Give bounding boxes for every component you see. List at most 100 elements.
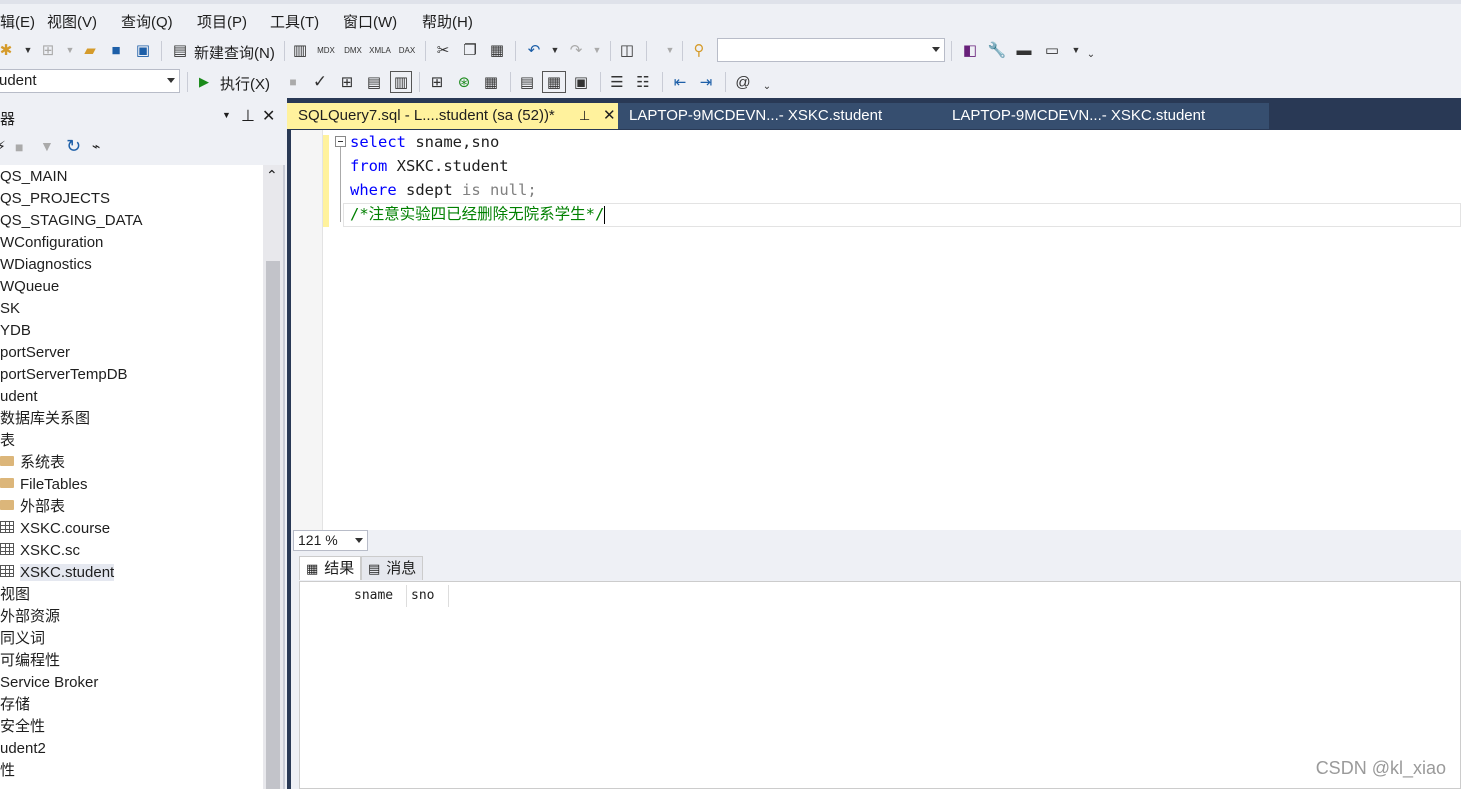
new-query-icon[interactable]: ▤ — [170, 40, 190, 60]
tree-item[interactable]: WConfiguration — [0, 232, 103, 254]
database-combo[interactable]: udent — [0, 69, 180, 93]
solution-explorer-icon[interactable]: ◧ — [960, 40, 980, 60]
tab-messages[interactable]: ▤ 消息 — [361, 556, 424, 580]
save-all-icon[interactable]: ▣ — [133, 40, 153, 60]
tab-results[interactable]: ▦ 结果 — [299, 556, 362, 580]
display-estimated-plan-icon[interactable]: ⊞ — [337, 72, 357, 92]
toolbar-overflow-icon[interactable]: ⌄ — [757, 76, 777, 96]
include-actual-plan-icon[interactable]: ⊞ — [427, 72, 447, 92]
client-statistics-icon[interactable]: ▦ — [481, 72, 501, 92]
stop-icon[interactable]: ■ — [283, 72, 303, 92]
stop-icon[interactable]: ■ — [15, 139, 23, 155]
save-icon[interactable]: ■ — [106, 40, 126, 60]
column-header-sname[interactable]: sname — [350, 585, 407, 607]
refresh-icon[interactable]: ↻ — [66, 136, 81, 157]
zoom-combo[interactable]: 121 % — [293, 530, 368, 551]
database-engine-query-icon[interactable]: ▥ — [290, 40, 310, 60]
tree-item[interactable]: 视图 — [0, 584, 30, 606]
tree-item[interactable]: WQueue — [0, 276, 59, 298]
specify-template-parameters-icon[interactable]: @ — [733, 72, 753, 92]
menu-window[interactable]: 窗口(W) — [343, 11, 397, 32]
find-icon[interactable]: ⚲ — [689, 40, 709, 60]
undo-icon[interactable]: ↶ — [524, 40, 544, 60]
uncomment-lines-icon[interactable]: ☷ — [633, 72, 653, 92]
tree-item[interactable]: 数据库关系图 — [0, 408, 90, 430]
scrollbar-thumb[interactable] — [266, 261, 280, 789]
toolbox-icon[interactable]: ▬ — [1014, 40, 1034, 60]
tree-item[interactable]: XSKC.course — [0, 518, 110, 540]
tree-item[interactable]: QS_PROJECTS — [0, 188, 110, 210]
dropdown-arrow-icon[interactable]: ▼ — [587, 40, 607, 60]
tree-item[interactable]: YDB — [0, 320, 31, 342]
xmla-icon[interactable]: XMLA — [369, 40, 391, 60]
tree-item[interactable]: FileTables — [0, 474, 88, 496]
menu-view[interactable]: 视图(V) — [47, 11, 97, 32]
results-to-text-icon[interactable]: ▤ — [517, 72, 537, 92]
tab-xskc-student-2[interactable]: LAPTOP-9MCDEVN...- XSKC.student — [941, 103, 1269, 129]
tree-item[interactable]: 系统表 — [0, 452, 65, 474]
tree-item[interactable]: portServer — [0, 342, 70, 364]
tree-item[interactable]: udent — [0, 386, 38, 408]
filter-icon[interactable]: ▼ — [40, 138, 54, 154]
tree-item[interactable]: WDiagnostics — [0, 254, 92, 276]
tab-sqlquery7[interactable]: SQLQuery7.sql - L....student (sa (52))* … — [287, 103, 623, 129]
decrease-indent-icon[interactable]: ⇤ — [670, 72, 690, 92]
tree-item[interactable]: 可编程性 — [0, 650, 60, 672]
tree-item[interactable]: 外部表 — [0, 496, 65, 518]
tree-item[interactable]: 外部资源 — [0, 606, 60, 628]
dropdown-arrow-icon[interactable]: ▼ — [545, 40, 565, 60]
redo-icon[interactable]: ↷ — [566, 40, 586, 60]
copy-icon[interactable]: ❐ — [460, 40, 480, 60]
tree-item[interactable]: 安全性 — [0, 716, 45, 738]
search-combo[interactable] — [717, 38, 945, 62]
increase-indent-icon[interactable]: ⇥ — [696, 72, 716, 92]
tree-item[interactable]: 性 — [0, 760, 15, 782]
results-to-grid-icon[interactable]: ▦ — [542, 71, 566, 93]
tree-item[interactable]: SK — [0, 298, 20, 320]
activity-monitor-icon[interactable]: ◫ — [617, 40, 637, 60]
dropdown-arrow-icon[interactable]: ▼ — [660, 40, 680, 60]
close-icon[interactable]: ✕ — [603, 103, 616, 129]
activity-monitor-icon[interactable]: ⌁ — [92, 138, 100, 155]
query-options-icon[interactable]: ▤ — [364, 72, 384, 92]
tree-item[interactable]: XSKC.sc — [0, 540, 80, 562]
object-explorer-scrollbar[interactable]: ⌃ — [263, 165, 283, 789]
tree-item[interactable]: Service Broker — [0, 672, 98, 694]
tree-item[interactable]: udent2 — [0, 738, 46, 760]
tree-item[interactable]: 表 — [0, 430, 15, 452]
paste-icon[interactable]: ▦ — [487, 40, 507, 60]
comment-lines-icon[interactable]: ☰ — [607, 72, 627, 92]
live-statistics-icon[interactable]: ⊛ — [454, 72, 474, 92]
tree-item[interactable]: QS_STAGING_DATA — [0, 210, 143, 232]
connect-icon[interactable]: ⚡ — [0, 138, 6, 155]
menu-help[interactable]: 帮助(H) — [422, 11, 473, 32]
open-icon[interactable]: ▰ — [80, 40, 100, 60]
pin-icon[interactable]: ⊥ — [241, 106, 255, 126]
cut-icon[interactable]: ✂ — [433, 40, 453, 60]
close-icon[interactable]: ✕ — [262, 106, 275, 126]
dropdown-arrow-icon[interactable]: ▼ — [18, 40, 38, 60]
menu-project[interactable]: 项目(P) — [197, 11, 247, 32]
tree-item[interactable]: XSKC.student — [0, 562, 115, 584]
mdx-icon[interactable]: MDX — [316, 40, 336, 60]
dropdown-arrow-icon[interactable]: ▼ — [60, 40, 80, 60]
column-header-sno[interactable]: sno — [407, 585, 449, 607]
dax-icon[interactable]: DAX — [397, 40, 417, 60]
tree-item[interactable]: 存储 — [0, 694, 30, 716]
pin-icon[interactable]: ⊥ — [579, 103, 590, 129]
execute-button[interactable]: 执行(X) — [220, 73, 270, 94]
tree-item[interactable]: 同义词 — [0, 628, 45, 650]
new-query-button[interactable]: 新建查询(N) — [194, 42, 275, 63]
tree-item[interactable]: portServerTempDB — [0, 364, 128, 386]
toolbar-overflow-icon[interactable]: ⌄ — [1081, 44, 1101, 64]
collapse-icon[interactable] — [335, 136, 346, 147]
sql-editor[interactable]: select sname,sno from XSKC.student where… — [291, 130, 1461, 530]
dropdown-arrow-icon[interactable]: ▼ — [222, 110, 231, 120]
intellisense-toggle-icon[interactable]: ▥ — [390, 71, 412, 93]
results-to-file-icon[interactable]: ▣ — [571, 72, 591, 92]
execute-icon[interactable]: ▶ — [194, 72, 214, 92]
parse-checkmark-icon[interactable]: ✓ — [310, 72, 330, 92]
add-item-icon[interactable]: ⊞ — [38, 40, 58, 60]
new-project-icon[interactable]: ✱ — [0, 40, 16, 60]
menu-tools[interactable]: 工具(T) — [270, 11, 319, 32]
